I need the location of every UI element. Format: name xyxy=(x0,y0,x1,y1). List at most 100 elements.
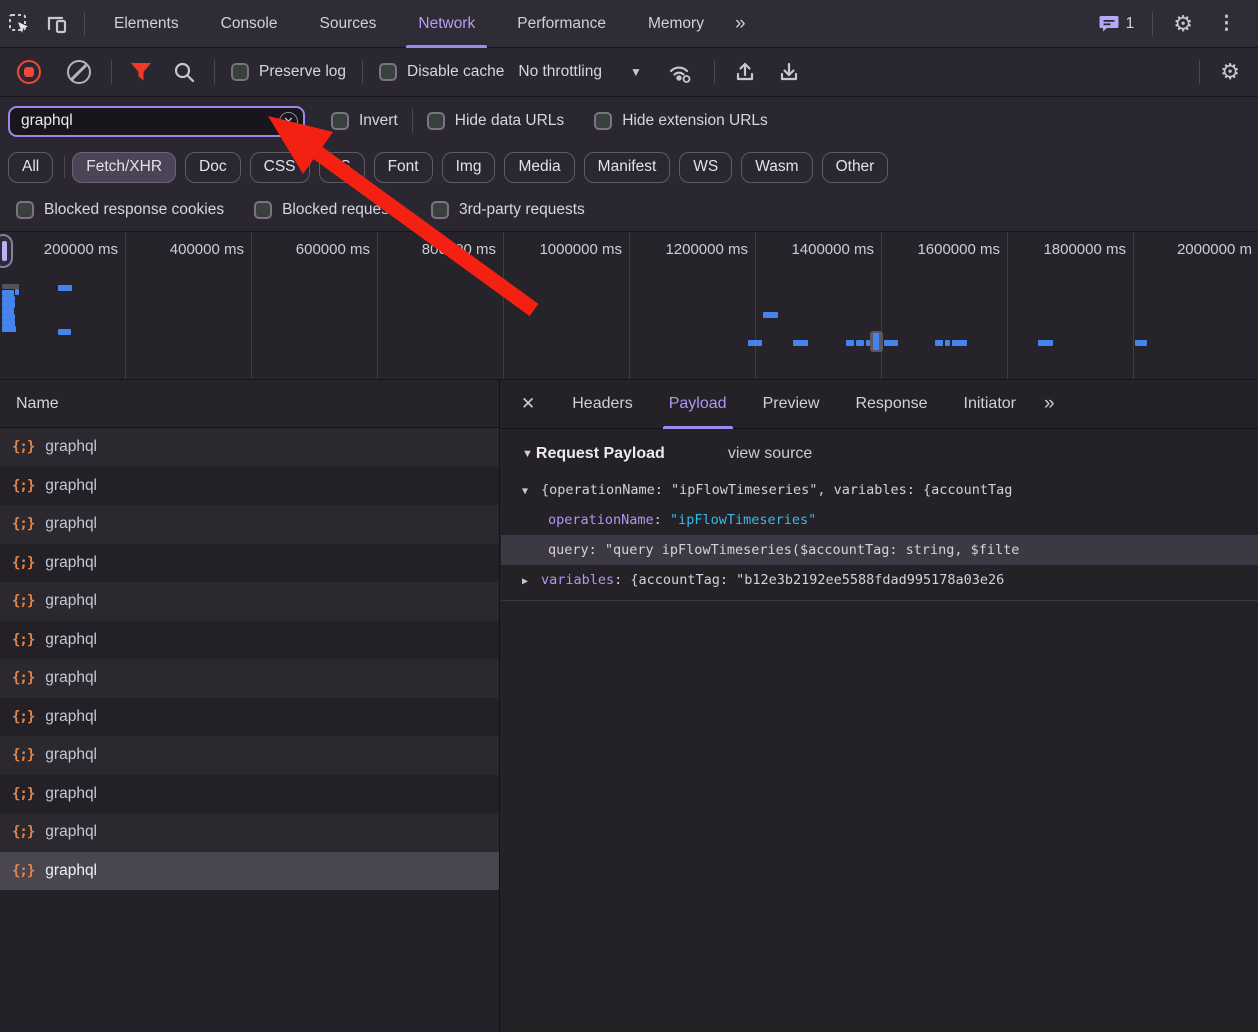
detail-tab-payload[interactable]: Payload xyxy=(651,380,745,429)
json-request-icon: {;} xyxy=(12,477,35,494)
close-icon[interactable]: ✕ xyxy=(501,394,554,414)
more-tabs-icon[interactable]: » xyxy=(725,13,755,35)
detail-tab-headers[interactable]: Headers xyxy=(554,380,650,429)
json-request-icon: {;} xyxy=(12,593,35,610)
chip-js[interactable]: JS xyxy=(318,151,365,183)
table-row[interactable]: {;} graphql xyxy=(0,582,499,621)
request-name: graphql xyxy=(45,707,98,725)
divider xyxy=(713,60,715,84)
detail-tab-initiator[interactable]: Initiator xyxy=(946,380,1034,429)
import-har-icon[interactable] xyxy=(733,60,757,84)
payload-operation-line[interactable]: operationName: "ipFlowTimeseries" xyxy=(501,505,1258,535)
tab-console[interactable]: Console xyxy=(200,0,299,48)
tab-elements[interactable]: Elements xyxy=(93,0,200,48)
network-settings-gear-icon[interactable]: ⚙ xyxy=(1208,61,1258,83)
detail-tab-preview[interactable]: Preview xyxy=(745,380,838,429)
chip-font[interactable]: Font xyxy=(373,151,433,183)
collapse-triangle-icon[interactable]: ▼ xyxy=(522,477,541,505)
request-name: graphql xyxy=(45,438,98,456)
clear-network-log-icon[interactable] xyxy=(67,60,91,84)
table-row-selected[interactable]: {;} graphql xyxy=(0,851,499,890)
request-name: graphql xyxy=(45,553,98,571)
throttling-dropdown[interactable]: No throttling ▼ xyxy=(518,63,641,81)
chip-media[interactable]: Media xyxy=(504,151,575,183)
chip-other[interactable]: Other xyxy=(821,151,889,183)
timeline-tick: 600000 ms xyxy=(295,241,370,258)
collapse-triangle-icon[interactable]: ▼ xyxy=(522,448,533,460)
disable-cache-checkbox[interactable] xyxy=(379,63,398,81)
table-row[interactable]: {;} graphql xyxy=(0,659,499,698)
tab-network[interactable]: Network xyxy=(397,0,496,48)
table-row[interactable]: {;} graphql xyxy=(0,428,499,467)
request-detail-panel: ✕ Headers Payload Preview Response Initi… xyxy=(501,380,1258,1032)
table-row[interactable]: {;} graphql xyxy=(0,736,499,775)
json-request-icon: {;} xyxy=(12,785,35,802)
chip-fetch-xhr[interactable]: Fetch/XHR xyxy=(72,151,177,183)
blocked-response-cookies-checkbox[interactable] xyxy=(16,201,34,219)
chip-css[interactable]: CSS xyxy=(249,151,310,183)
device-toolbar-icon[interactable] xyxy=(38,7,76,41)
table-row[interactable]: {;} graphql xyxy=(0,697,499,736)
table-row[interactable]: {;} graphql xyxy=(0,543,499,582)
key-value-separator: : xyxy=(614,572,631,588)
name-column-header[interactable]: Name xyxy=(0,380,499,428)
waterfall-bar xyxy=(793,340,808,346)
issues-button[interactable]: 1 xyxy=(1089,15,1145,33)
timeline-column: 1000000 ms xyxy=(504,232,630,379)
json-request-icon: {;} xyxy=(12,824,35,841)
table-row[interactable]: {;} graphql xyxy=(0,774,499,813)
kebab-menu-icon[interactable]: ⋮ xyxy=(1205,12,1248,35)
timeline-column: 1600000 ms xyxy=(882,232,1008,379)
request-name: graphql xyxy=(45,669,98,687)
inspect-element-icon[interactable] xyxy=(0,7,38,41)
hide-extension-urls-checkbox[interactable] xyxy=(594,112,613,130)
search-icon[interactable] xyxy=(172,60,196,84)
chip-ws[interactable]: WS xyxy=(679,151,733,183)
table-row[interactable]: {;} graphql xyxy=(0,466,499,505)
request-name: graphql xyxy=(45,784,98,802)
chip-all[interactable]: All xyxy=(8,151,54,183)
expand-triangle-icon[interactable]: ▶ xyxy=(522,567,541,595)
payload-key: query xyxy=(548,542,589,558)
payload-variables-line[interactable]: ▶ variables: {accountTag: "b12e3b2192ee55… xyxy=(501,565,1258,595)
more-detail-tabs-icon[interactable]: » xyxy=(1034,393,1064,415)
invert-checkbox[interactable] xyxy=(331,112,349,130)
request-name: graphql xyxy=(45,630,98,648)
table-row[interactable]: {;} graphql xyxy=(0,813,499,852)
chip-img[interactable]: Img xyxy=(441,151,496,183)
hide-data-urls-checkbox[interactable] xyxy=(426,112,445,130)
chip-wasm[interactable]: Wasm xyxy=(741,151,813,183)
json-request-icon: {;} xyxy=(12,516,35,533)
overview-resize-grip[interactable] xyxy=(0,234,13,268)
blocked-requests-checkbox[interactable] xyxy=(254,201,273,219)
record-network-log-button[interactable] xyxy=(17,60,41,84)
detail-tab-response[interactable]: Response xyxy=(837,380,945,429)
waterfall-bar xyxy=(945,340,950,346)
network-conditions-icon[interactable] xyxy=(666,60,696,84)
settings-gear-icon[interactable]: ⚙ xyxy=(1161,12,1205,35)
preserve-log-group: Preserve log xyxy=(231,63,346,81)
tab-performance[interactable]: Performance xyxy=(496,0,627,48)
preserve-log-checkbox[interactable] xyxy=(231,63,249,81)
export-har-icon[interactable] xyxy=(777,60,801,84)
tab-sources[interactable]: Sources xyxy=(299,0,398,48)
payload-summary-line[interactable]: ▼ {operationName: "ipFlowTimeseries", var… xyxy=(501,475,1258,505)
chip-manifest[interactable]: Manifest xyxy=(583,151,671,183)
divider xyxy=(1199,60,1201,84)
network-overview-timeline[interactable]: 200000 ms 400000 ms 600000 ms 800000 ms … xyxy=(0,232,1258,380)
issues-count: 1 xyxy=(1125,14,1135,32)
table-row[interactable]: {;} graphql xyxy=(0,620,499,659)
clear-filter-icon[interactable]: ✕ xyxy=(279,111,298,131)
network-filter-input[interactable] xyxy=(8,105,305,137)
payload-section-title: Request Payload xyxy=(535,445,665,462)
chip-doc[interactable]: Doc xyxy=(185,151,241,183)
json-request-icon: {;} xyxy=(12,708,35,725)
table-row[interactable]: {;} graphql xyxy=(0,505,499,544)
third-party-requests-checkbox[interactable] xyxy=(430,201,449,219)
tab-memory[interactable]: Memory xyxy=(627,0,725,48)
view-source-link[interactable]: view source xyxy=(728,445,812,463)
payload-query-line-selected[interactable]: query: "query ipFlowTimeseries($accountT… xyxy=(501,535,1258,565)
payload-summary-text: {operationName: "ipFlowTimeseries", vari… xyxy=(541,482,1013,498)
timeline-tick: 800000 ms xyxy=(421,241,496,258)
filter-funnel-icon[interactable] xyxy=(130,62,152,82)
